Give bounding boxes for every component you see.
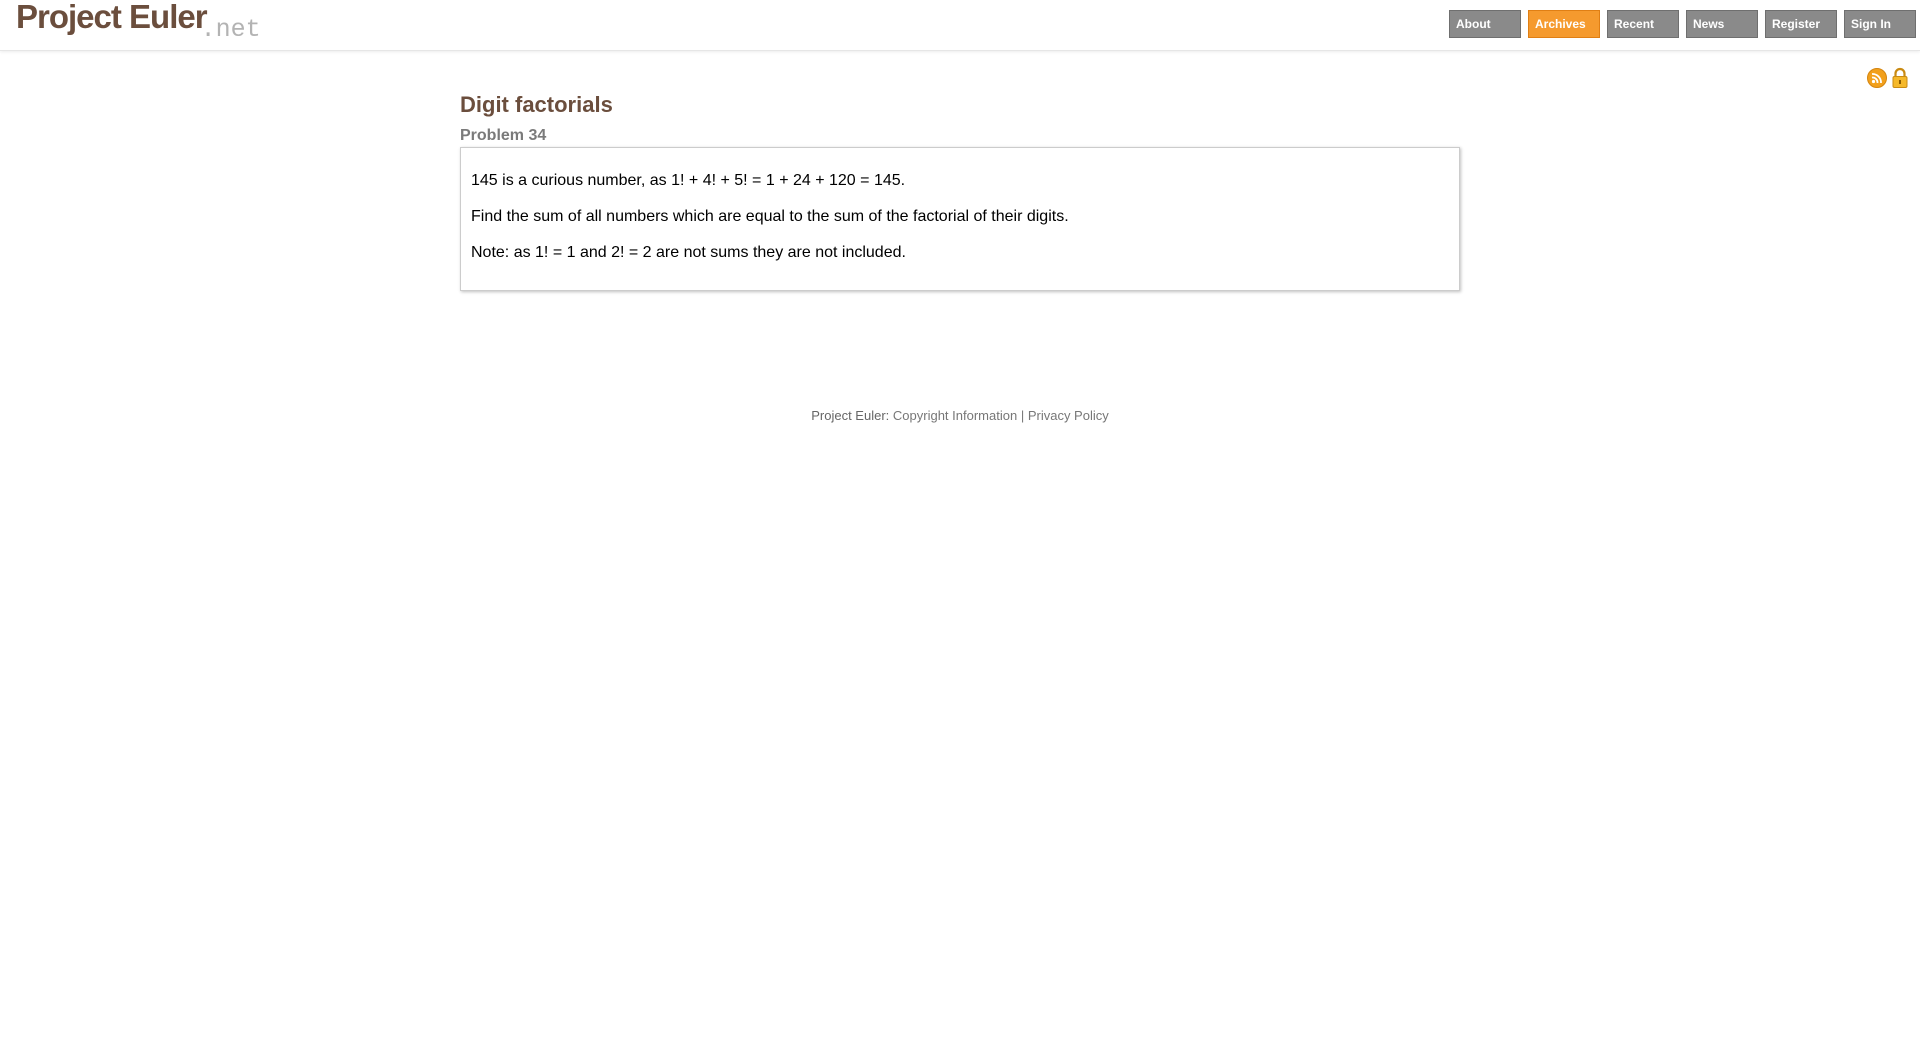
nav-recent-button[interactable]: Recent: [1607, 10, 1679, 38]
nav-news-button[interactable]: News: [1686, 10, 1758, 38]
footer-prefix: Project Euler:: [811, 408, 890, 423]
privacy-policy-link[interactable]: Privacy Policy: [1028, 408, 1109, 423]
footer: Project Euler: Copyright Information | P…: [0, 408, 1920, 423]
site-logo[interactable]: Project Euler.net: [16, 0, 261, 44]
problem-paragraph: 145 is a curious number, as 1! + 4! + 5!…: [471, 172, 906, 189]
top-bar: Project Euler.net About Archives Recent …: [0, 0, 1920, 51]
nav-archives-button[interactable]: Archives: [1528, 10, 1600, 38]
page-title: Digit factorials: [460, 92, 613, 117]
utility-icons: [1867, 67, 1909, 94]
lock-icon[interactable]: [1891, 67, 1909, 94]
problem-statement-box: 145 is a curious number, as 1! + 4! + 5!…: [460, 147, 1460, 291]
copyright-link[interactable]: Copyright Information: [893, 408, 1017, 423]
main-nav: About Archives Recent News Register Sign…: [1449, 10, 1916, 38]
problem-content: Digit factorials Problem 34 145 is a cur…: [460, 88, 1460, 291]
footer-separator: |: [1020, 408, 1025, 423]
nav-about-button[interactable]: About: [1449, 10, 1521, 38]
problem-number: Problem 34: [460, 127, 547, 144]
logo-suffix: .net: [200, 15, 261, 44]
nav-signin-button[interactable]: Sign In: [1844, 10, 1916, 38]
rss-icon[interactable]: [1867, 68, 1887, 93]
problem-paragraph: Note: as 1! = 1 and 2! = 2 are not sums …: [471, 244, 906, 261]
logo-text: Project Euler: [16, 0, 208, 35]
nav-register-button[interactable]: Register: [1765, 10, 1837, 38]
problem-paragraph: Find the sum of all numbers which are eq…: [471, 208, 1069, 225]
